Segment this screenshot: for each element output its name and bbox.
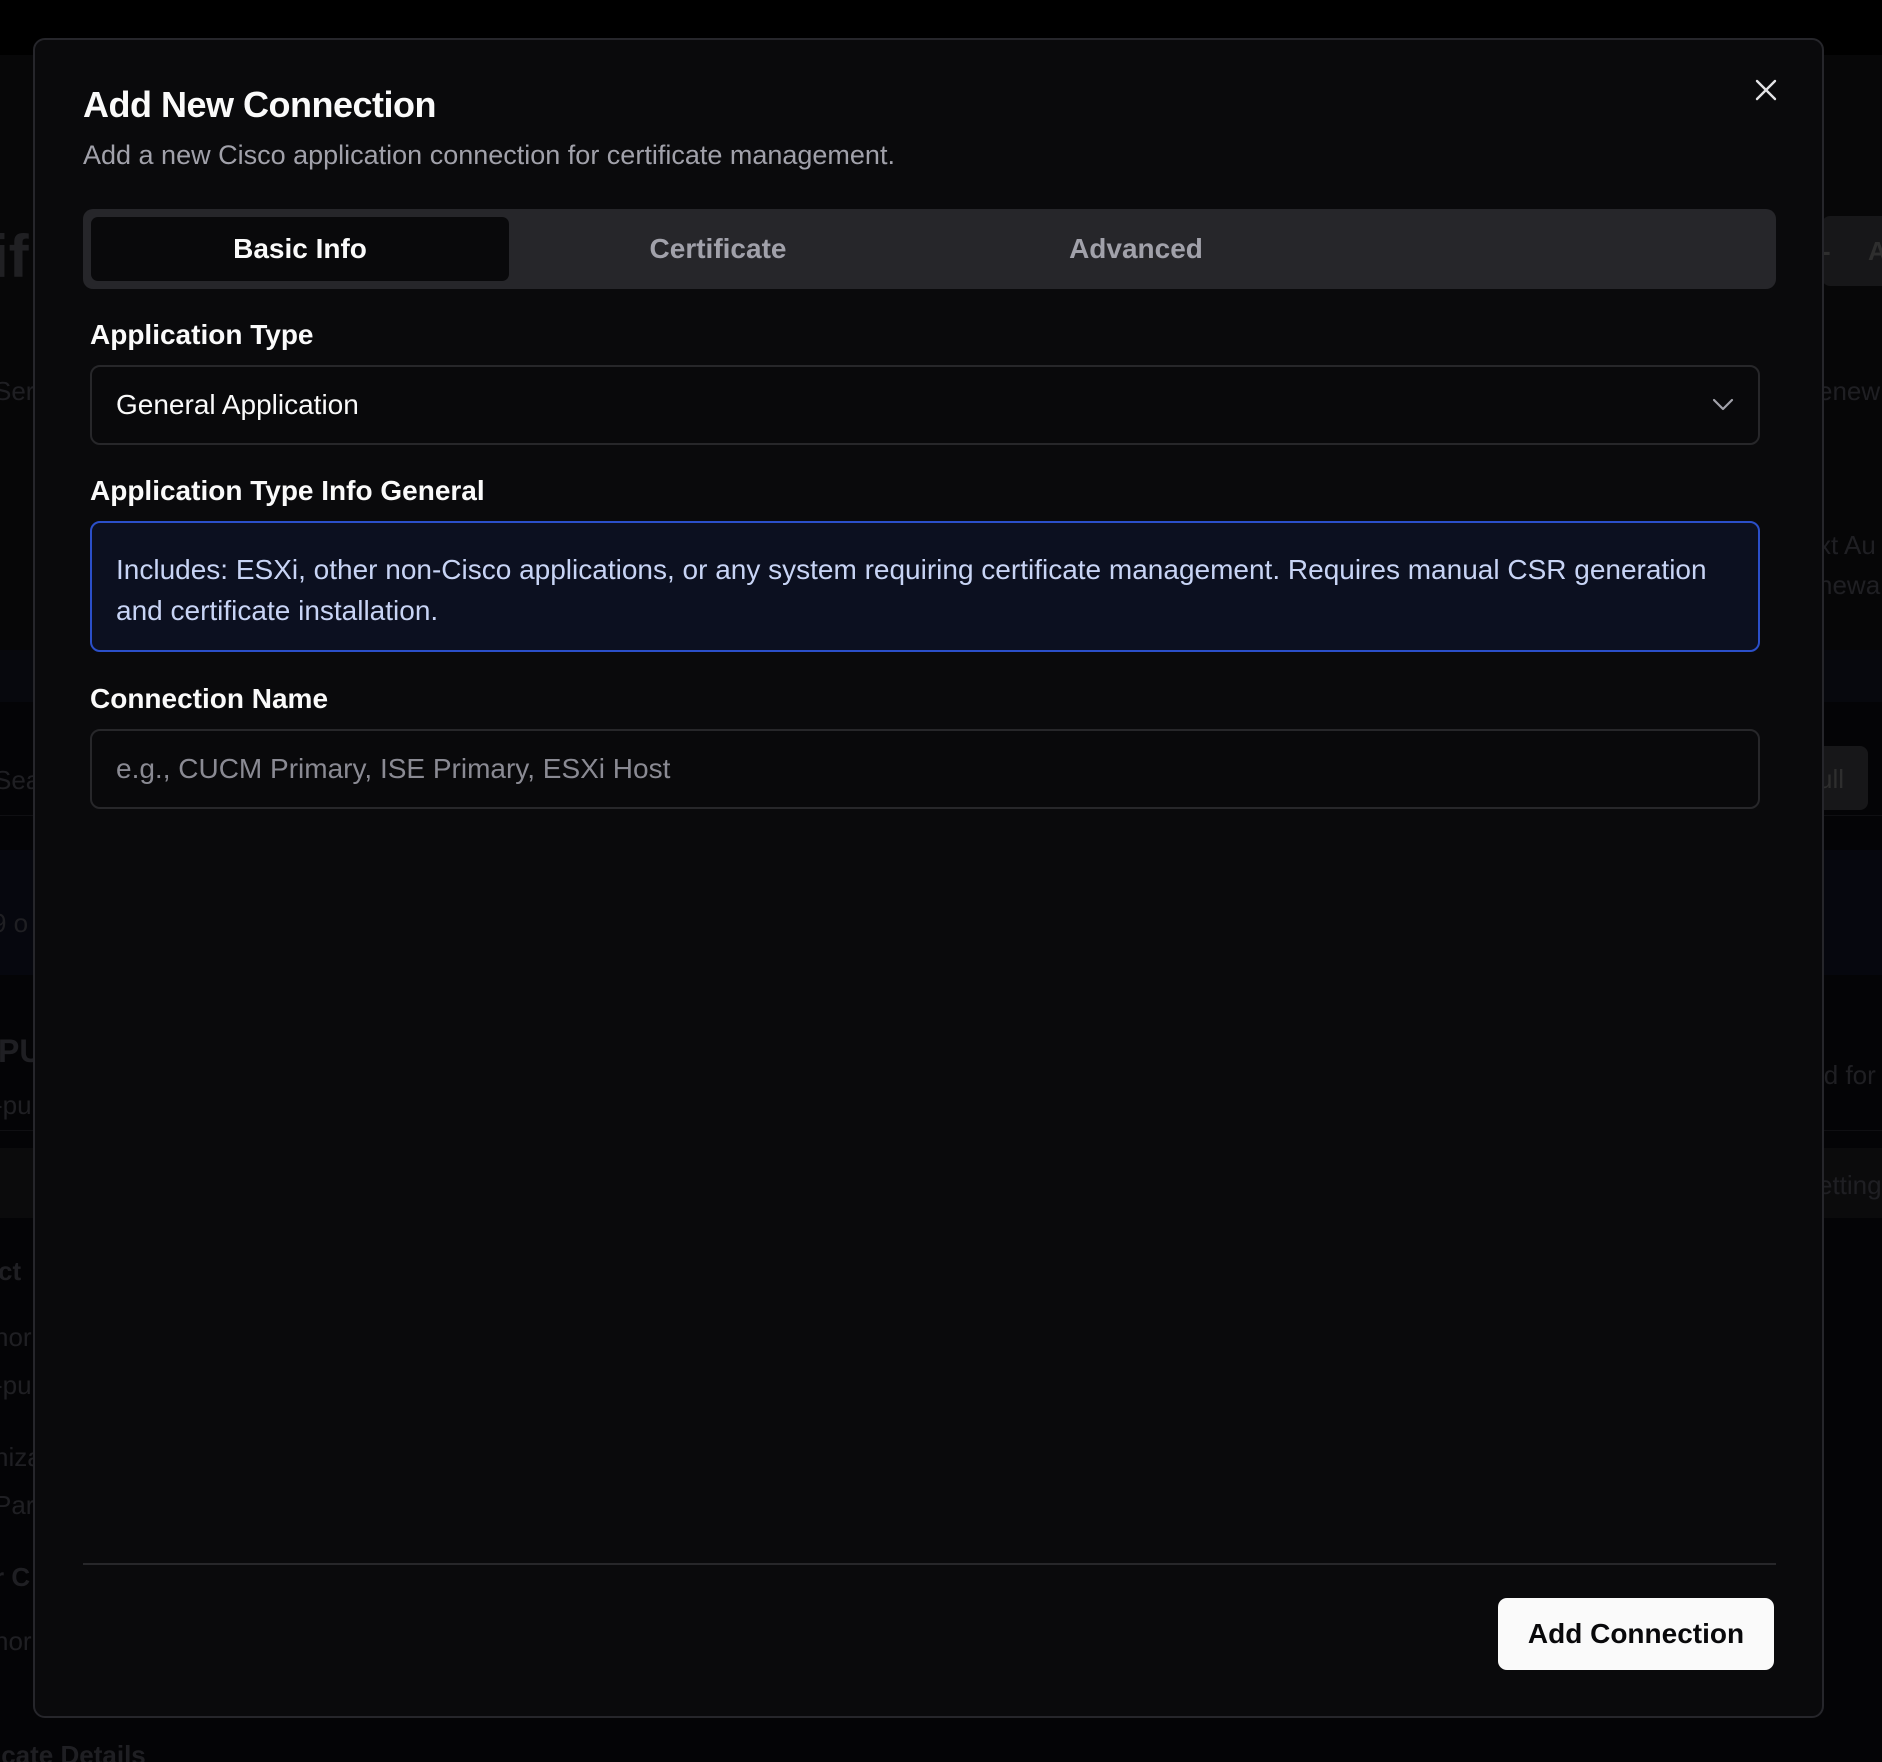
connection-name-label: Connection Name [90,683,329,714]
application-type-select[interactable]: General Application [90,365,1760,445]
dialog-description: Add a new Cisco application connection f… [83,140,895,170]
application-type-info-text: Includes: ESXi, other non-Cisco applicat… [116,554,1707,626]
connection-name-input[interactable] [90,729,1760,809]
tab-basic-info[interactable]: Basic Info [91,217,509,281]
application-type-value: General Application [116,389,359,420]
tab-list: Basic Info Certificate Advanced [83,209,1776,289]
application-type-info-box: Includes: ESXi, other non-Cisco applicat… [90,521,1760,652]
tab-advanced[interactable]: Advanced [927,217,1345,281]
tab-certificate[interactable]: Certificate [509,217,927,281]
add-connection-dialog: Add New Connection Add a new Cisco appli… [33,38,1824,1718]
chevron-down-icon [1712,398,1734,411]
close-icon [1755,79,1777,101]
close-button[interactable] [1746,70,1786,110]
footer-divider [83,1563,1776,1565]
application-type-label: Application Type [90,319,314,350]
application-type-info-label: Application Type Info General [90,475,485,506]
add-connection-button[interactable]: Add Connection [1498,1598,1774,1670]
dialog-title: Add New Connection [83,84,437,125]
